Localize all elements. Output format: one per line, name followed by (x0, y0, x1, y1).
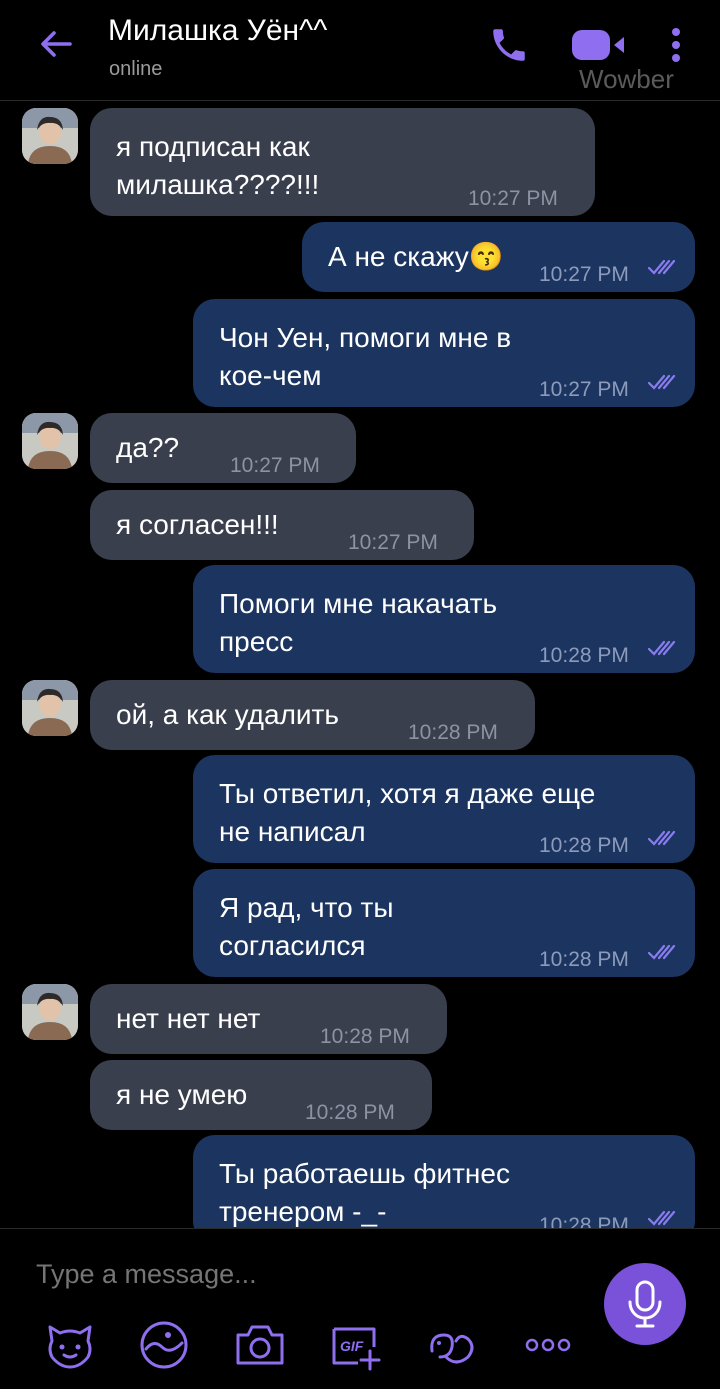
message-time: 10:28 PM (408, 721, 498, 744)
phone-call-icon[interactable] (488, 24, 530, 66)
outgoing-message[interactable]: Ты работаешь фитнес тренером -_- 10:28 PM (193, 1135, 695, 1228)
message-time: 10:28 PM (539, 834, 629, 857)
contact-name[interactable]: Милашка Уён^^ (108, 14, 327, 48)
contact-avatar[interactable] (22, 108, 78, 164)
message-text: Помоги мне накачать пресс (219, 588, 498, 657)
contact-avatar[interactable] (22, 984, 78, 1040)
avatar-photo-icon (22, 984, 78, 1040)
message-text: да?? (116, 432, 180, 463)
message-text: нет нет нет (116, 1003, 261, 1034)
incoming-message[interactable]: я согласен!!! 10:27 PM (90, 490, 474, 560)
message-text: я подписан как милашка????!!! (116, 131, 320, 200)
message-time: 10:28 PM (539, 948, 629, 971)
message-list[interactable]: я подписан как милашка????!!! 10:27 PM А … (0, 100, 720, 1228)
back-arrow-icon[interactable] (36, 24, 76, 64)
more-icon[interactable] (520, 1317, 576, 1373)
watermark-text: Wowber (579, 64, 674, 94)
emoji-icon[interactable] (424, 1317, 480, 1373)
message-time: 10:28 PM (539, 1214, 629, 1228)
message-text: Я рад, что ты согласился (219, 892, 394, 961)
gif-icon[interactable]: GIF (328, 1317, 384, 1373)
camera-icon[interactable] (232, 1317, 288, 1373)
incoming-message[interactable]: да?? 10:27 PM (90, 413, 356, 483)
contact-avatar[interactable] (22, 413, 78, 469)
outgoing-message[interactable]: Чон Уен, помоги мне в кое-чем 10:27 PM (193, 299, 695, 407)
message-text: я согласен!!! (116, 509, 279, 540)
contact-status: online (109, 58, 163, 80)
message-time: 10:27 PM (230, 454, 320, 477)
avatar-photo-icon (22, 680, 78, 736)
message-text: я не умею (116, 1079, 248, 1110)
message-composer: GIF (0, 1228, 720, 1389)
message-time: 10:27 PM (539, 378, 629, 401)
incoming-message[interactable]: я подписан как милашка????!!! 10:27 PM (90, 108, 595, 216)
video-call-icon[interactable] (570, 26, 628, 64)
avatar-photo-icon (22, 108, 78, 164)
outgoing-message[interactable]: Помоги мне накачать пресс 10:28 PM (193, 565, 695, 673)
read-ticks-icon (647, 374, 676, 390)
message-text: А не скажу😙 (328, 241, 504, 272)
sticker-icon[interactable] (42, 1317, 98, 1373)
read-ticks-icon (647, 1210, 676, 1226)
gif-label: GIF (340, 1338, 364, 1354)
microphone-icon (628, 1280, 662, 1328)
read-ticks-icon (647, 944, 676, 960)
message-time: 10:27 PM (539, 263, 629, 286)
message-time: 10:28 PM (539, 644, 629, 667)
read-ticks-icon (647, 830, 676, 846)
message-input[interactable] (36, 1251, 556, 1297)
read-ticks-icon (647, 640, 676, 656)
message-time: 10:27 PM (468, 187, 558, 210)
avatar-photo-icon (22, 413, 78, 469)
message-time: 10:28 PM (320, 1025, 410, 1048)
more-options-icon[interactable] (664, 26, 688, 68)
read-ticks-icon (647, 259, 676, 275)
outgoing-message[interactable]: Ты ответил, хотя я даже еще не написал 10… (193, 755, 695, 863)
message-text: ой, а как удалить (116, 699, 339, 730)
outgoing-message[interactable]: Я рад, что ты согласился 10:28 PM (193, 869, 695, 977)
doodle-icon[interactable] (136, 1317, 192, 1373)
incoming-message[interactable]: я не умею 10:28 PM (90, 1060, 432, 1130)
message-text: Ты работаешь фитнес тренером -_- (219, 1158, 510, 1227)
chat-header: Милашка Уён^^ online Wowber (0, 0, 720, 101)
outgoing-message[interactable]: А не скажу😙 10:27 PM (302, 222, 695, 292)
incoming-message[interactable]: нет нет нет 10:28 PM (90, 984, 447, 1054)
message-time: 10:28 PM (305, 1101, 395, 1124)
voice-message-button[interactable] (604, 1263, 686, 1345)
message-text: Чон Уен, помоги мне в кое-чем (219, 322, 512, 391)
message-time: 10:27 PM (348, 531, 438, 554)
incoming-message[interactable]: ой, а как удалить 10:28 PM (90, 680, 535, 750)
contact-avatar[interactable] (22, 680, 78, 736)
